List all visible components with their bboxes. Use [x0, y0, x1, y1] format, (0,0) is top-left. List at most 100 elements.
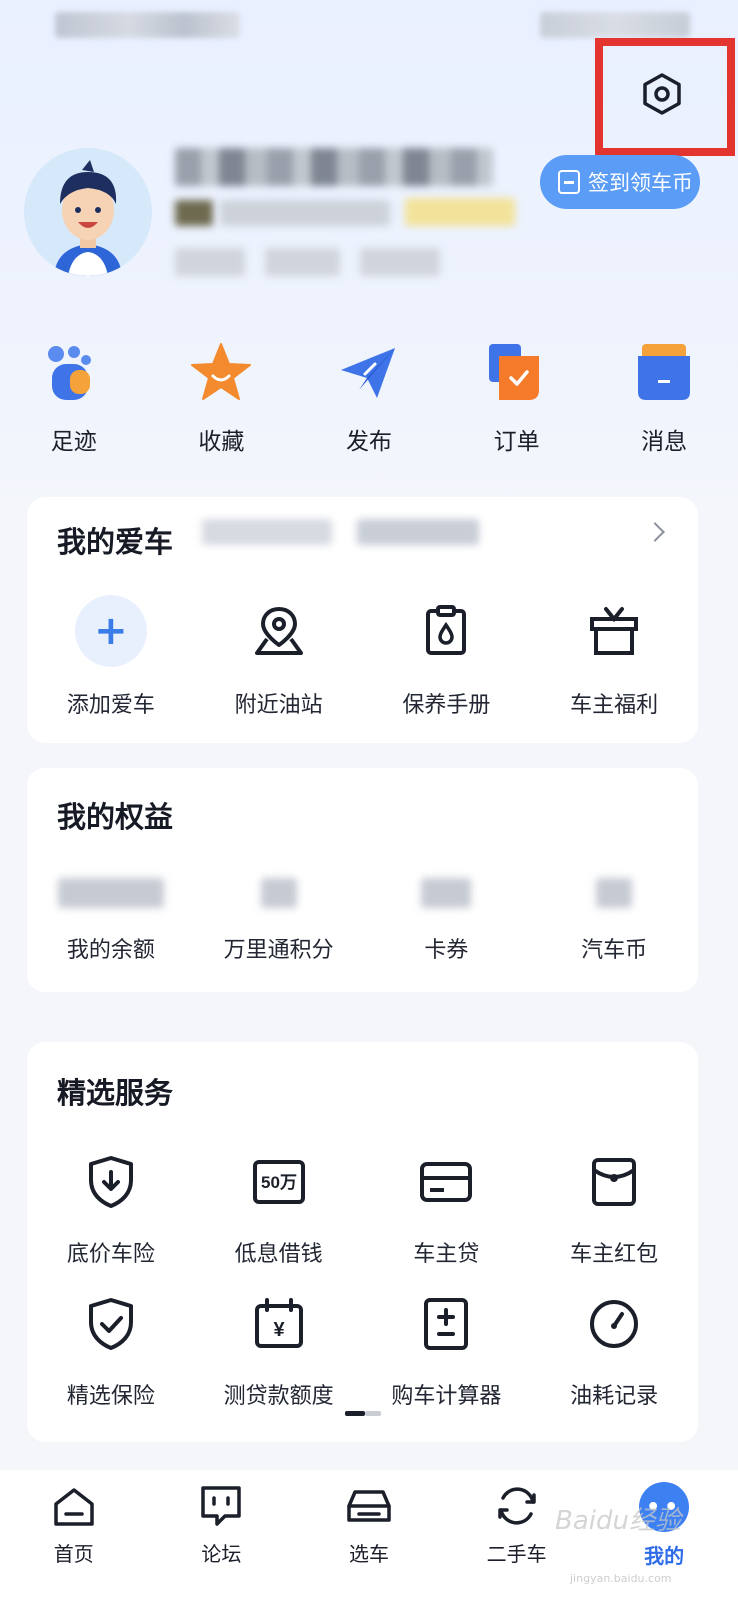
gauge-icon [590, 1300, 639, 1348]
car-icon [347, 1490, 391, 1522]
owner-welfare-button[interactable]: 车主福利 [530, 595, 698, 719]
car-coins-value [596, 878, 633, 908]
quick-action-publish[interactable]: 发布 [295, 340, 443, 460]
my-car-title: 我的爱车 [57, 525, 174, 559]
tab-forum[interactable]: 论坛 [148, 1470, 296, 1600]
balance-item[interactable]: 我的余额 [27, 878, 195, 964]
cell-label: 车主贷 [413, 1242, 480, 1267]
cell-label: 保养手册 [402, 693, 491, 718]
tab-label: 二手车 [486, 1542, 547, 1566]
nearby-gas-button[interactable]: 附近油站 [195, 595, 363, 719]
stat-following[interactable] [175, 248, 245, 276]
quick-action-footprint[interactable]: 足迹 [0, 340, 148, 460]
services-card: 精选服务 底价车险 50万 低息借钱 车主贷 车主红包 精选保险 ¥ 测贷款额度… [27, 1042, 698, 1442]
red-packet-icon [592, 1158, 637, 1206]
quick-action-label: 足迹 [50, 429, 97, 455]
service-item[interactable]: 油耗记录 [530, 1296, 698, 1410]
car-info-blurred [202, 519, 332, 545]
cell-label: 购车计算器 [391, 1384, 502, 1409]
quick-action-favorites[interactable]: 收藏 [148, 340, 296, 460]
calendar-icon [558, 170, 580, 194]
quick-action-orders[interactable]: 订单 [443, 340, 591, 460]
paper-plane-icon [340, 348, 395, 398]
cell-label: 我的余额 [66, 938, 155, 963]
card-icon [420, 1162, 473, 1202]
tab-home[interactable]: 首页 [0, 1470, 148, 1600]
loan-badge-text: 50万 [261, 1173, 297, 1192]
my-car-grid: + 添加爱车 附近油站 保养手册 车主福利 [27, 595, 698, 719]
stat-likes[interactable] [360, 248, 440, 276]
username [175, 148, 493, 186]
cell-label: 车主福利 [570, 693, 659, 718]
stat-fans[interactable] [265, 248, 340, 276]
points-item[interactable]: 万里通积分 [195, 878, 363, 964]
service-item[interactable]: 车主红包 [530, 1154, 698, 1268]
quick-action-label: 收藏 [198, 429, 245, 455]
tab-choose-car[interactable]: 选车 [295, 1470, 443, 1600]
status-bar-indicators [540, 12, 690, 38]
checkin-label: 签到领车币 [588, 171, 693, 195]
tab-label: 首页 [53, 1542, 94, 1566]
points-value [260, 878, 297, 908]
cell-label: 精选保险 [66, 1384, 155, 1409]
footprint-icon [47, 346, 91, 400]
home-icon [54, 1488, 94, 1526]
add-car-button[interactable]: + 添加爱车 [27, 595, 195, 719]
loan-50-icon: 50万 [252, 1160, 305, 1204]
calculator-icon [424, 1298, 469, 1350]
chevron-right-icon[interactable] [645, 522, 665, 542]
tab-label: 论坛 [201, 1542, 242, 1566]
watermark: Baidu经验 [555, 1506, 681, 1536]
settings-hexagon-icon[interactable] [640, 72, 684, 116]
shield-download-icon [88, 1156, 133, 1208]
forum-icon [201, 1486, 242, 1526]
vip-tag[interactable] [405, 198, 515, 226]
services-row-2: 精选保险 ¥ 测贷款额度 购车计算器 油耗记录 [27, 1296, 698, 1410]
quick-actions: 足迹 收藏 发布 订单 消息 [0, 340, 738, 460]
level-text [220, 200, 390, 226]
benefits-grid: 我的余额 万里通积分 卡券 汽车币 [27, 878, 698, 964]
avatar[interactable] [24, 148, 152, 276]
yuan-symbol: ¥ [273, 1319, 285, 1341]
order-icon [488, 344, 539, 400]
cell-label: 添加爱车 [66, 693, 155, 718]
star-icon [191, 343, 252, 400]
service-item[interactable]: 购车计算器 [363, 1296, 531, 1410]
page-dot-active [345, 1411, 365, 1416]
car-coins-item[interactable]: 汽车币 [530, 878, 698, 964]
my-car-card: 我的爱车 + 添加爱车 附近油站 保养手册 车主福利 [27, 497, 698, 743]
page-dot [365, 1411, 381, 1416]
cell-label: 汽车币 [581, 938, 648, 963]
cell-label: 附近油站 [234, 693, 323, 718]
maintenance-manual-button[interactable]: 保养手册 [363, 595, 531, 719]
oil-drop-icon [426, 605, 467, 655]
status-bar-carrier [55, 12, 240, 38]
service-item[interactable]: 50万 低息借钱 [195, 1154, 363, 1268]
service-item[interactable]: ¥ 测贷款额度 [195, 1296, 363, 1410]
coupons-item[interactable]: 卡券 [363, 878, 531, 964]
services-row-1: 底价车险 50万 低息借钱 车主贷 车主红包 [27, 1154, 698, 1268]
quick-action-label: 订单 [493, 429, 540, 455]
balance-value [57, 878, 164, 908]
service-item[interactable]: 车主贷 [363, 1154, 531, 1268]
quick-action-messages[interactable]: 消息 [590, 340, 738, 460]
quick-action-label: 消息 [641, 429, 688, 455]
quick-action-label: 发布 [345, 429, 392, 455]
cell-label: 油耗记录 [570, 1384, 659, 1409]
benefits-title: 我的权益 [57, 800, 174, 834]
shield-check-icon [88, 1298, 133, 1350]
message-icon [638, 344, 691, 400]
calendar-yuan-icon: ¥ [254, 1298, 303, 1348]
cell-label: 车主红包 [570, 1242, 659, 1267]
level-icon [175, 200, 213, 226]
refresh-icon [497, 1487, 536, 1525]
service-item[interactable]: 精选保险 [27, 1296, 195, 1410]
gift-box-icon [590, 607, 639, 655]
checkin-button[interactable]: 签到领车币 [540, 155, 700, 209]
tab-label: 我的 [644, 1544, 685, 1568]
cell-label: 测贷款额度 [223, 1384, 334, 1409]
cell-label: 低息借钱 [234, 1242, 323, 1267]
page-indicator [345, 1411, 385, 1416]
service-item[interactable]: 底价车险 [27, 1154, 195, 1268]
services-title: 精选服务 [57, 1076, 174, 1110]
